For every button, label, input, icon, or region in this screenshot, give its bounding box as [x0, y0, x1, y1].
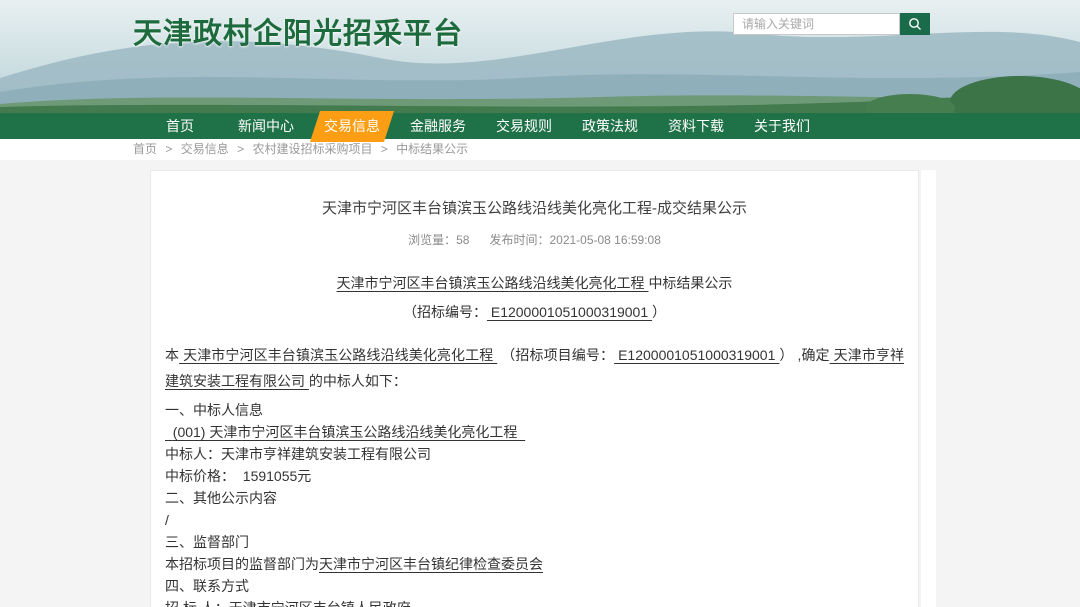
line-text: 中标价格： 1591055元	[165, 468, 311, 484]
line-text: 一、中标人信息	[165, 402, 263, 418]
project-name-underlined: 天津市宁河区丰台镇滨玉公路线沿线美化亮化工程	[337, 275, 649, 291]
line-text: 二、其他公示内容	[165, 490, 277, 506]
nav-label: 关于我们	[754, 118, 810, 134]
p1-post: 的中标人如下：	[309, 373, 407, 389]
nav-label: 政策法规	[582, 118, 638, 134]
intro-paragraph: 本 天津市宁河区丰台镇滨玉公路线沿线美化亮化工程 （招标项目编号： E12000…	[165, 342, 904, 394]
site-title: 天津政村企阳光招采平台	[133, 10, 463, 52]
p1-bidno-underlined: E1200001051000319001	[614, 347, 779, 363]
page: 天津政村企阳光招采平台 首页 新闻中心 交易信息 金融服务 交易规则 政策法规 …	[0, 0, 1080, 607]
article-card: 天津市宁河区丰台镇滨玉公路线沿线美化亮化工程-成交结果公示 浏览量：58 发布时间…	[150, 170, 919, 607]
line-text: /	[165, 512, 169, 528]
breadcrumb-trade-info[interactable]: 交易信息	[181, 142, 229, 156]
nav-item-policy[interactable]: 政策法规	[567, 113, 653, 139]
p1-mid1: （招标项目编号：	[497, 347, 614, 363]
breadcrumb-separator: >	[381, 142, 388, 156]
breadcrumb-current: 中标结果公示	[396, 142, 468, 156]
nav-label: 资料下载	[668, 118, 724, 134]
line-text: 本招标项目的监督部门为	[165, 556, 319, 572]
nav-item-about[interactable]: 关于我们	[739, 113, 825, 139]
breadcrumb: 首页 > 交易信息 > 农村建设招标采购项目 > 中标结果公示	[0, 139, 1080, 160]
line-slash: /	[165, 509, 904, 531]
line-section-1: 一、中标人信息	[165, 399, 904, 421]
nav-label: 交易信息	[324, 118, 380, 134]
nav-item-home[interactable]: 首页	[137, 113, 223, 139]
line-text: 四、联系方式	[165, 578, 249, 594]
p1-mid2: ） ,确定	[779, 347, 829, 363]
publish-label: 发布时间：	[489, 233, 549, 247]
line-section-3: 三、监督部门	[165, 531, 904, 553]
line-price: 中标价格： 1591055元	[165, 465, 904, 487]
content-gutter	[921, 170, 936, 607]
p1-pre: 本	[165, 347, 179, 363]
nav-item-news[interactable]: 新闻中心	[223, 113, 309, 139]
subtitle-suffix: 中标结果公示	[648, 275, 732, 291]
article-title: 天津市宁河区丰台镇滨玉公路线沿线美化亮化工程-成交结果公示	[151, 197, 918, 218]
result-subtitle: 天津市宁河区丰台镇滨玉公路线沿线美化亮化工程 中标结果公示	[151, 273, 918, 293]
breadcrumb-separator: >	[237, 142, 244, 156]
breadcrumb-separator: >	[165, 142, 172, 156]
p1-project-underlined: 天津市宁河区丰台镇滨玉公路线沿线美化亮化工程	[179, 347, 497, 363]
search-icon	[907, 16, 923, 32]
bid-no-prefix: （招标编号：	[403, 304, 487, 320]
nav-label: 新闻中心	[238, 118, 294, 134]
nav-item-finance[interactable]: 金融服务	[395, 113, 481, 139]
publish-time: 2021-05-08 16:59:08	[549, 233, 660, 247]
line-underlined: 天津市宁河区丰台镇纪律检查委员会	[319, 556, 543, 572]
nav-label: 交易规则	[496, 118, 552, 134]
nav-label: 金融服务	[410, 118, 466, 134]
breadcrumb-rural-projects[interactable]: 农村建设招标采购项目	[252, 142, 372, 156]
line-text: 招 标 人：天津市宁河区丰台镇人民政府	[165, 600, 411, 607]
views-count: 58	[456, 233, 469, 247]
line-lot-001: (001) 天津市宁河区丰台镇滨玉公路线沿线美化亮化工程	[165, 421, 904, 443]
search-input[interactable]	[733, 13, 900, 35]
nav-label: 首页	[166, 118, 194, 134]
bid-no-suffix: ）	[652, 304, 666, 320]
breadcrumb-home[interactable]: 首页	[133, 142, 157, 156]
line-winner: 中标人：天津市亨祥建筑安装工程有限公司	[165, 443, 904, 465]
main-nav: 首页 新闻中心 交易信息 金融服务 交易规则 政策法规 资料下载 关于我们	[0, 113, 1080, 139]
line-supervisor: 本招标项目的监督部门为天津市宁河区丰台镇纪律检查委员会	[165, 553, 904, 575]
line-tenderer: 招 标 人：天津市宁河区丰台镇人民政府	[165, 597, 904, 607]
search-button[interactable]	[900, 13, 930, 35]
bid-no-underlined: E1200001051000319001	[487, 304, 652, 320]
search-bar	[733, 13, 930, 35]
views-label: 浏览量：	[408, 233, 456, 247]
nav-item-trade-info[interactable]: 交易信息	[309, 113, 395, 139]
banner-image: 天津政村企阳光招采平台	[0, 0, 1080, 113]
nav-item-downloads[interactable]: 资料下载	[653, 113, 739, 139]
article-body: 一、中标人信息 (001) 天津市宁河区丰台镇滨玉公路线沿线美化亮化工程 中标人…	[165, 399, 904, 607]
line-underlined: (001) 天津市宁河区丰台镇滨玉公路线沿线美化亮化工程	[165, 424, 525, 440]
line-text: 中标人：天津市亨祥建筑安装工程有限公司	[165, 446, 431, 462]
line-text: 三、监督部门	[165, 534, 249, 550]
bid-number-line: （招标编号： E1200001051000319001 ）	[151, 302, 918, 322]
line-section-2: 二、其他公示内容	[165, 487, 904, 509]
nav-item-trade-rules[interactable]: 交易规则	[481, 113, 567, 139]
line-section-4: 四、联系方式	[165, 575, 904, 597]
article-meta: 浏览量：58 发布时间：2021-05-08 16:59:08	[151, 231, 918, 248]
